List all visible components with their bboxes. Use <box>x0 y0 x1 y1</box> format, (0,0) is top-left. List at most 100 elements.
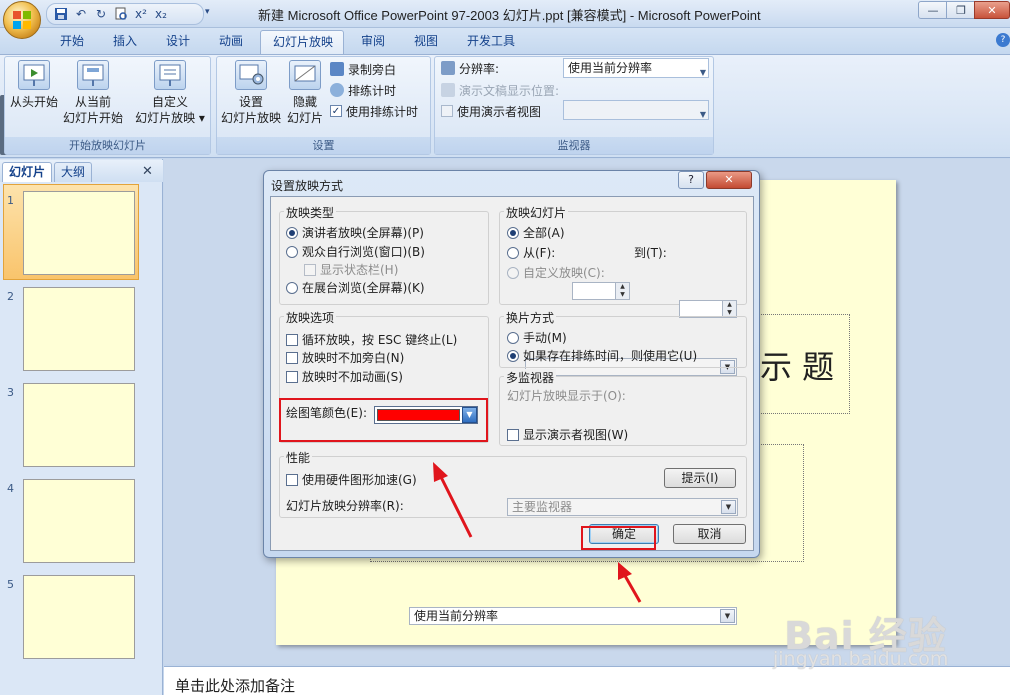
spinner-up-icon[interactable]: ▲ <box>615 283 629 291</box>
custom-show-radio[interactable]: 自定义放映(C): <box>507 264 605 281</box>
tab-slides[interactable]: 幻灯片 <box>2 162 53 182</box>
multi-monitor-legend: 多监视器 <box>504 369 557 386</box>
radio-button[interactable] <box>507 226 519 239</box>
office-button[interactable] <box>3 1 41 39</box>
from-label: 从(F): <box>523 246 556 260</box>
loop-checkbox[interactable]: 循环放映，按 ESC 键终止(L) <box>286 331 457 348</box>
slideshow-play-icon <box>18 60 50 90</box>
checkbox[interactable] <box>304 263 316 276</box>
setup-slideshow-icon <box>235 60 267 90</box>
presenter-view-label: 使用演示者视图 <box>457 104 542 119</box>
print-preview-icon[interactable] <box>113 6 129 22</box>
cancel-button[interactable]: 取消 <box>673 524 746 544</box>
show-resolution-value: 使用当前分辨率 <box>414 609 499 623</box>
no-narration-checkbox[interactable]: 放映时不加旁白(N) <box>286 349 404 366</box>
hardware-accel-checkbox[interactable]: 使用硬件图形加速(G) <box>286 471 417 488</box>
checkbox[interactable] <box>286 333 298 346</box>
tab-animations[interactable]: 动画 <box>207 30 255 54</box>
speaker-radio[interactable]: 演讲者放映(全屏幕)(P) <box>286 224 424 241</box>
close-window-button[interactable]: ✕ <box>974 1 1010 19</box>
speaker-label: 演讲者放映(全屏幕)(P) <box>302 226 424 240</box>
individual-radio[interactable]: 观众自行浏览(窗口)(B) <box>286 243 425 260</box>
checkbox[interactable] <box>286 351 298 364</box>
radio-button[interactable] <box>286 245 298 258</box>
qat-customize-icon[interactable]: ▾ <box>205 7 217 21</box>
show-presenter-view-checkbox[interactable]: 显示演示者视图(W) <box>507 426 628 443</box>
slide-thumbnail[interactable] <box>23 191 135 275</box>
tab-developer[interactable]: 开发工具 <box>455 30 527 54</box>
checkbox[interactable] <box>507 428 519 441</box>
from-radio[interactable]: 从(F): <box>507 244 555 261</box>
radio-button[interactable] <box>286 281 298 294</box>
kiosk-radio[interactable]: 在展台浏览(全屏幕)(K) <box>286 279 425 296</box>
show-on-label: 演示文稿显示位置: <box>459 83 560 98</box>
slide-thumbnail[interactable] <box>23 479 135 563</box>
highlight-box-ok <box>581 526 656 550</box>
superscript-icon[interactable]: x² <box>133 6 149 22</box>
from-slide-spinner[interactable]: ▲ ▼ <box>572 282 630 300</box>
minimize-button[interactable]: — <box>918 1 948 19</box>
checkbox[interactable] <box>286 370 298 383</box>
presenter-view-checkbox[interactable]: 使用演示者视图 <box>441 101 541 121</box>
rehearse-timings-button[interactable]: 排练计时 <box>330 80 396 100</box>
use-rehearsed-check[interactable] <box>330 105 342 117</box>
record-narration-icon <box>330 62 344 76</box>
save-icon[interactable] <box>53 6 69 22</box>
tab-outline[interactable]: 大纲 <box>54 162 93 182</box>
show-scrollbar-checkbox[interactable]: 显示状态栏(H) <box>304 261 398 278</box>
radio-button[interactable] <box>507 246 519 259</box>
from-current-button[interactable]: 从当前 幻灯片开始 <box>62 60 124 126</box>
monitor-icon <box>441 83 455 97</box>
custom-slideshow-button[interactable]: 自定义 幻灯片放映 ▾ <box>134 60 206 126</box>
manual-radio[interactable]: 手动(M) <box>507 329 567 346</box>
maximize-button[interactable]: ❐ <box>946 1 976 19</box>
tab-review[interactable]: 审阅 <box>349 30 397 54</box>
setup-slideshow-button[interactable]: 设置 幻灯片放映 <box>219 60 283 126</box>
tab-design[interactable]: 设计 <box>154 30 202 54</box>
slide-thumbnail[interactable] <box>23 383 135 467</box>
hide-slide-button[interactable]: 隐藏 幻灯片 <box>285 60 325 126</box>
no-narration-label: 放映时不加旁白(N) <box>302 351 405 365</box>
display-on-label-wrap: 幻灯片放映显示于(O): <box>507 387 626 404</box>
show-options-legend: 放映选项 <box>284 309 337 326</box>
help-icon[interactable]: ? <box>996 33 1010 47</box>
radio-button[interactable] <box>507 266 519 279</box>
presenter-view-check[interactable] <box>441 105 453 117</box>
use-timings-radio[interactable]: 如果存在排练时间，则使用它(U) <box>507 347 697 364</box>
group-label-monitors: 监视器 <box>435 137 713 154</box>
slideshow-current-icon <box>77 60 109 90</box>
use-rehearsed-timings-checkbox[interactable]: 使用排练计时 <box>330 101 418 121</box>
tips-button[interactable]: 提示(I) <box>664 468 736 488</box>
custom-slideshow-label-1: 自定义 <box>151 95 188 109</box>
close-pane-icon[interactable]: ✕ <box>142 164 153 179</box>
redo-icon[interactable]: ↻ <box>93 6 109 22</box>
no-animation-checkbox[interactable]: 放映时不加动画(S) <box>286 368 403 385</box>
slide-number: 3 <box>7 386 14 399</box>
show-resolution-combo[interactable]: 使用当前分辨率 ▼ <box>409 607 737 625</box>
tab-home[interactable]: 开始 <box>48 30 96 54</box>
subscript-icon[interactable]: x₂ <box>153 6 169 22</box>
radio-button[interactable] <box>507 331 519 344</box>
slide-number: 5 <box>7 578 14 591</box>
tab-insert[interactable]: 插入 <box>101 30 149 54</box>
to-label-wrap: 到(T): <box>634 244 667 261</box>
dialog-close-button[interactable]: ✕ <box>706 171 752 189</box>
undo-icon[interactable]: ↶ <box>73 6 89 22</box>
tab-view[interactable]: 视图 <box>402 30 450 54</box>
tab-slideshow[interactable]: 幻灯片放映 <box>260 30 344 54</box>
all-slides-radio[interactable]: 全部(A) <box>507 224 565 241</box>
hide-slide-label-1: 隐藏 <box>292 95 317 109</box>
spinner-up-icon[interactable]: ▲ <box>722 301 736 309</box>
from-beginning-button[interactable]: 从头开始 <box>8 60 60 110</box>
radio-button[interactable] <box>286 226 298 239</box>
slide-thumbnail[interactable] <box>23 287 135 371</box>
checkbox[interactable] <box>286 473 298 486</box>
resolution-combo[interactable]: 使用当前分辨率 ▼ <box>563 58 709 78</box>
record-narration-button[interactable]: 录制旁白 <box>330 59 396 79</box>
dialog-help-button[interactable]: ? <box>678 171 704 189</box>
custom-show-label: 自定义放映(C): <box>523 266 605 280</box>
show-scrollbar-label: 显示状态栏(H) <box>320 263 399 277</box>
slide-thumbnail[interactable] <box>23 575 135 659</box>
spinner-down-icon[interactable]: ▼ <box>615 291 629 299</box>
radio-button[interactable] <box>507 349 519 362</box>
